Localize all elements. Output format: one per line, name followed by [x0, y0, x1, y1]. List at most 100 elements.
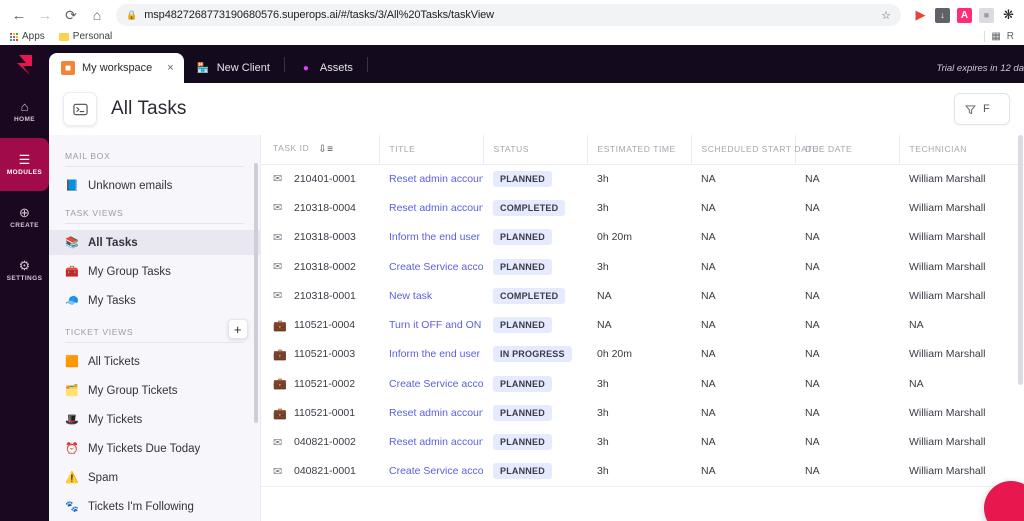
- column-header-scheduled-start-date[interactable]: SCHEDULED START DATE: [690, 135, 818, 165]
- task-title-link[interactable]: Reset admin account: [389, 436, 483, 448]
- tab-my-workspace[interactable]: ■ My workspace ×: [49, 53, 184, 83]
- sidebar-item-all-tickets[interactable]: 🟧 All Tickets: [49, 349, 260, 374]
- cell-status: IN PROGRESS: [483, 340, 587, 369]
- sidebar-item-label: Unknown emails: [88, 179, 173, 192]
- column-header-title[interactable]: TITLE: [378, 135, 483, 165]
- column-header-task-id[interactable]: TASK ID ⇩≡: [261, 135, 379, 165]
- puzzle-extension-icon[interactable]: ■: [979, 7, 994, 23]
- task-title-link[interactable]: Reset admin account: [389, 407, 483, 419]
- column-header-technician[interactable]: TECHNICIAN: [898, 135, 1024, 165]
- column-header-label: TASK ID: [273, 143, 310, 154]
- sidebar-item-create[interactable]: ⊕ CREATE: [0, 191, 49, 244]
- section-title-task-views: TASK VIEWS: [65, 208, 124, 218]
- play-extension-icon[interactable]: ▶: [913, 7, 928, 23]
- cell-title[interactable]: Inform the end user: [379, 340, 483, 369]
- bookmark-apps[interactable]: Apps: [10, 31, 45, 42]
- address-bar[interactable]: 🔒 msp4827268773190680576.superops.ai/#/t…: [116, 4, 901, 26]
- column-header-status[interactable]: STATUS: [482, 135, 587, 165]
- table-row[interactable]: 💼 110521-0004 Turn it OFF and ON ag PLANN…: [261, 310, 1024, 339]
- tasks-table: TASK ID ⇩≡ TITLE STATUS ESTIMATED TIME S…: [261, 135, 1024, 487]
- table-row[interactable]: ✉ 210318-0004 Reset admin account COMPLET…: [261, 193, 1024, 222]
- forward-arrow-icon[interactable]: →: [34, 4, 56, 26]
- cell-title[interactable]: Create Service accoun: [379, 369, 483, 398]
- task-title-link[interactable]: Create Service accoun: [389, 261, 483, 273]
- task-title-link[interactable]: Inform the end user: [389, 231, 480, 243]
- cell-technician: NA: [909, 319, 924, 332]
- cell-title[interactable]: Create Service accoun: [379, 456, 483, 487]
- sidebar-item-settings[interactable]: ⚙ SETTINGS: [0, 244, 49, 297]
- cell-technician: William Marshall: [909, 172, 986, 185]
- cell-title[interactable]: Create Service accoun: [379, 252, 483, 281]
- bookmarks-bar: Apps Personal ▦ R: [0, 28, 1024, 45]
- column-header-due-date[interactable]: DUE DATE: [794, 135, 899, 165]
- table-row[interactable]: ✉ 210318-0001 New task COMPLETED NA NA NA…: [261, 281, 1024, 310]
- status-badge: COMPLETED: [493, 287, 566, 304]
- task-title-link[interactable]: Reset admin account: [389, 173, 483, 185]
- cell-title[interactable]: Reset admin account: [379, 428, 483, 457]
- sidebar-item-home[interactable]: ⌂ HOME: [0, 85, 49, 138]
- sidebar-item-all-tasks[interactable]: 📚 All Tasks: [49, 230, 260, 255]
- sidebar-scrollbar[interactable]: [254, 163, 258, 423]
- grammarly-icon[interactable]: A: [957, 7, 972, 23]
- column-header-estimated-time[interactable]: ESTIMATED TIME: [586, 135, 691, 165]
- task-title-link[interactable]: Reset admin account: [389, 202, 483, 214]
- cell-scheduled-start-date: NA: [701, 319, 716, 332]
- sidebar-item-modules[interactable]: ☰ MODULES: [0, 138, 49, 191]
- cell-title[interactable]: Reset admin account: [379, 164, 483, 193]
- bookmark-personal[interactable]: Personal: [58, 31, 112, 42]
- sidebar-item-my-tickets-due-today[interactable]: ⏰ My Tickets Due Today: [49, 436, 260, 461]
- add-view-button[interactable]: +: [228, 319, 248, 339]
- puzzle-icon[interactable]: ❋: [1001, 7, 1016, 23]
- task-id-value: 210318-0002: [294, 260, 356, 273]
- table-row[interactable]: ✉ 210318-0003 Inform the end user PLANNED…: [261, 223, 1024, 252]
- table-row[interactable]: ✉ 040821-0001 Create Service accoun PLANN…: [261, 456, 1024, 487]
- cell-title[interactable]: Inform the end user: [379, 223, 483, 252]
- close-icon[interactable]: ×: [167, 62, 173, 74]
- task-title-link[interactable]: New task: [389, 290, 432, 302]
- sidebar-item-my-group-tickets[interactable]: 🗂️ My Group Tickets: [49, 378, 260, 403]
- table-vertical-scrollbar[interactable]: [1018, 135, 1023, 385]
- sidebar-item-my-tasks[interactable]: 🧢 My Tasks: [49, 288, 260, 313]
- table-row[interactable]: 💼 110521-0002 Create Service accoun PLANN…: [261, 369, 1024, 398]
- cell-title[interactable]: Turn it OFF and ON ag: [379, 310, 483, 339]
- sidebar-item-tickets-im-following[interactable]: 🐾 Tickets I'm Following: [49, 494, 260, 519]
- task-title-link[interactable]: Create Service accoun: [389, 378, 483, 390]
- sidebar-item-label: My Tickets Due Today: [88, 442, 201, 455]
- download-icon[interactable]: ↓: [935, 7, 950, 23]
- back-arrow-icon[interactable]: ←: [8, 4, 30, 26]
- extension-icons: ▶ ↓ A ■ ❋: [905, 7, 1016, 23]
- tab-assets[interactable]: ● Assets: [287, 53, 365, 83]
- cell-scheduled-start-date: NA: [701, 289, 716, 302]
- table-row[interactable]: 💼 110521-0001 Reset admin account PLANNED…: [261, 398, 1024, 427]
- sort-descending-icon[interactable]: ⇩≡: [318, 144, 333, 155]
- app-window: ⌂ HOME ☰ MODULES ⊕ CREATE ⚙ SETTINGS ■ M…: [0, 45, 1024, 521]
- reload-icon[interactable]: ⟳: [60, 4, 82, 26]
- cell-scheduled-start-date: NA: [701, 172, 716, 185]
- cell-title[interactable]: Reset admin account: [379, 193, 483, 222]
- table-row[interactable]: 💼 110521-0003 Inform the end user IN PROG…: [261, 340, 1024, 369]
- sidebar-item-unknown-emails[interactable]: 📘 Unknown emails: [49, 173, 260, 198]
- trial-notice: Trial expires in 12 da: [936, 63, 1024, 74]
- sidebar-item-spam[interactable]: ⚠️ Spam: [49, 465, 260, 490]
- table-row[interactable]: ✉ 210401-0001 Reset admin account PLANNED…: [261, 164, 1024, 193]
- tab-new-client[interactable]: 🏪 New Client: [184, 53, 282, 83]
- cell-technician: William Marshall: [909, 436, 986, 449]
- cell-title[interactable]: Reset admin account: [379, 398, 483, 427]
- table-row[interactable]: ✉ 210318-0002 Create Service accoun PLANN…: [261, 252, 1024, 281]
- task-title-link[interactable]: Inform the end user: [389, 348, 480, 360]
- superops-logo[interactable]: [0, 45, 49, 85]
- cell-title[interactable]: New task: [379, 281, 483, 310]
- task-title-link[interactable]: Create Service accoun: [389, 465, 483, 477]
- filter-button[interactable]: F: [954, 93, 1010, 125]
- divider: [984, 31, 986, 42]
- task-title-link[interactable]: Turn it OFF and ON ag: [389, 319, 483, 331]
- cell-task-id: 💼 110521-0003: [261, 340, 379, 369]
- table-header-row: TASK ID ⇩≡ TITLE STATUS ESTIMATED TIME S…: [261, 135, 1024, 165]
- table-row[interactable]: ✉ 040821-0002 Reset admin account PLANNED…: [261, 428, 1024, 457]
- alarm-clock-icon: ⏰: [65, 443, 79, 455]
- sidebar-item-my-group-tasks[interactable]: 🧰 My Group Tasks: [49, 259, 260, 284]
- sidebar-item-my-tickets[interactable]: 🎩 My Tickets: [49, 407, 260, 432]
- bookmark-star-icon[interactable]: ☆: [881, 9, 891, 22]
- home-icon[interactable]: ⌂: [86, 4, 108, 26]
- reading-list-icon[interactable]: ▦: [991, 31, 1000, 42]
